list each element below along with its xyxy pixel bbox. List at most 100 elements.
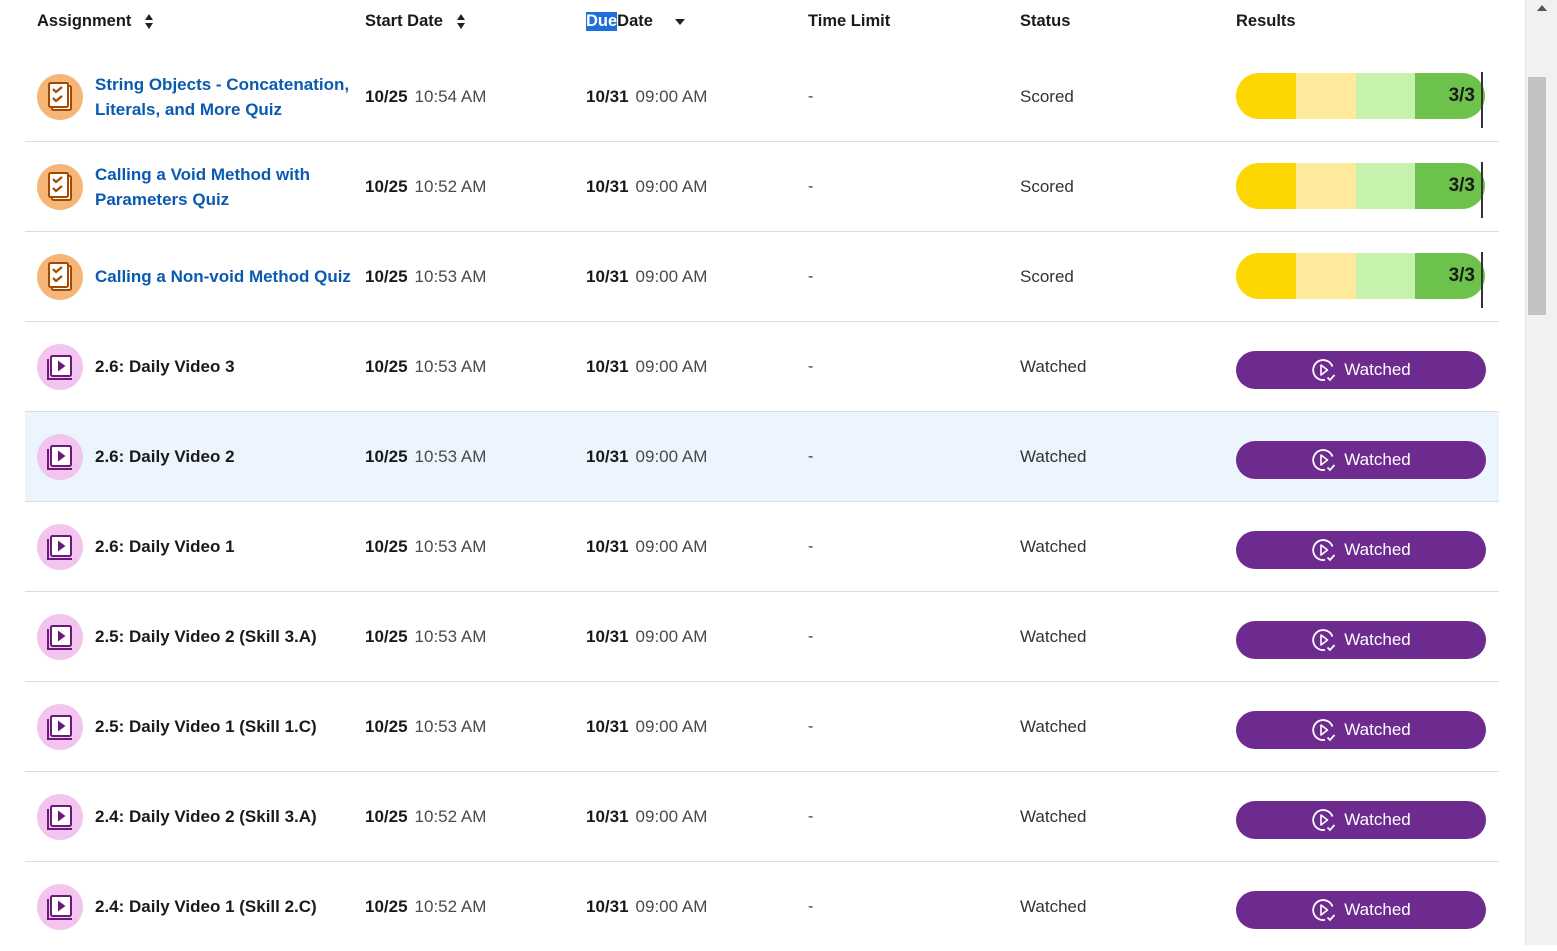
start-date-day: 10/25 xyxy=(365,356,408,376)
assignment-title: 2.6: Daily Video 1 xyxy=(95,537,235,556)
sort-icon[interactable] xyxy=(145,13,154,31)
due-date-day: 10/31 xyxy=(586,86,629,106)
watched-button[interactable]: Watched xyxy=(1236,891,1486,929)
start-date: 10/25 10:53 AM xyxy=(365,232,486,321)
play-check-icon xyxy=(1311,807,1344,833)
table-row[interactable]: 2.4: Daily Video 1 (Skill 2.C) 10/25 10:52… xyxy=(25,861,1499,951)
video-play-icon xyxy=(37,434,83,480)
table-row[interactable]: 2.6: Daily Video 2 10/25 10:53 AM 10/31 09:0… xyxy=(25,411,1499,501)
score-bar-segment xyxy=(1236,163,1296,209)
video-play-icon xyxy=(37,704,83,750)
score-bar[interactable]: 3/3 xyxy=(1236,253,1485,299)
due-date-day: 10/31 xyxy=(586,356,629,376)
column-start-date[interactable]: Start Date xyxy=(365,12,466,31)
scrollbar-thumb[interactable] xyxy=(1528,77,1546,315)
play-check-icon xyxy=(1311,717,1344,743)
watched-button-label: Watched xyxy=(1344,450,1411,469)
sort-icon[interactable] xyxy=(456,13,466,31)
start-date-day: 10/25 xyxy=(365,446,408,466)
due-date-day: 10/31 xyxy=(586,536,629,556)
quiz-checklist-icon xyxy=(37,164,83,210)
watched-button[interactable]: Watched xyxy=(1236,801,1486,839)
time-limit-value: - xyxy=(808,447,814,465)
start-date-time: 10:52 AM xyxy=(414,896,487,916)
status-text: Watched xyxy=(1020,716,1087,736)
column-due-date-selected-text: Due xyxy=(586,12,618,31)
table-body: String Objects - Concatenation, Literals… xyxy=(25,52,1499,951)
due-date: 10/31 09:00 AM xyxy=(586,502,707,591)
due-date: 10/31 09:00 AM xyxy=(586,322,707,411)
start-date-time: 10:53 AM xyxy=(414,716,487,736)
start-date-day: 10/25 xyxy=(365,896,408,916)
due-date-day: 10/31 xyxy=(586,716,629,736)
watched-button[interactable]: Watched xyxy=(1236,351,1486,389)
table-row[interactable]: Calling a Void Method with Parameters Qu… xyxy=(25,141,1499,231)
start-date: 10/25 10:52 AM xyxy=(365,772,486,861)
start-date: 10/25 10:53 AM xyxy=(365,682,486,771)
column-due-date[interactable]: Due Date xyxy=(586,12,685,31)
quiz-checklist-icon xyxy=(37,74,83,120)
table-row[interactable]: 2.6: Daily Video 1 10/25 10:53 AM 10/31 09:0… xyxy=(25,501,1499,591)
watched-button-label: Watched xyxy=(1344,720,1411,739)
score-bar-segment xyxy=(1295,253,1356,299)
due-date-day: 10/31 xyxy=(586,176,629,196)
start-date-time: 10:53 AM xyxy=(414,536,487,556)
watched-button[interactable]: Watched xyxy=(1236,531,1486,569)
due-date-time: 09:00 AM xyxy=(635,266,708,286)
watched-button[interactable]: Watched xyxy=(1236,711,1486,749)
assignment-title-link[interactable]: Calling a Void Method with Parameters Qu… xyxy=(95,142,355,231)
sort-descending-icon[interactable] xyxy=(674,18,685,25)
table-row[interactable]: 2.4: Daily Video 2 (Skill 3.A) 10/25 10:52… xyxy=(25,771,1499,861)
table-row[interactable]: 2.5: Daily Video 1 (Skill 1.C) 10/25 10:53… xyxy=(25,681,1499,771)
scroll-up-arrow-icon[interactable] xyxy=(1537,5,1547,11)
column-results-label: Results xyxy=(1236,12,1296,30)
status-text: Watched xyxy=(1020,446,1087,466)
table-row[interactable]: 2.5: Daily Video 2 (Skill 3.A) 10/25 10:53… xyxy=(25,591,1499,681)
start-date-time: 10:52 AM xyxy=(414,806,487,826)
due-date-time: 09:00 AM xyxy=(635,356,708,376)
play-check-icon xyxy=(1311,897,1344,923)
scrollbar[interactable] xyxy=(1525,0,1557,945)
score-bar[interactable]: 3/3 xyxy=(1236,163,1485,209)
status-text: Watched xyxy=(1020,626,1087,646)
start-date-day: 10/25 xyxy=(365,536,408,556)
table-row[interactable]: Calling a Non-void Method Quiz 10/25 10:53… xyxy=(25,231,1499,321)
start-date-day: 10/25 xyxy=(365,626,408,646)
score-marker xyxy=(1481,252,1483,308)
time-limit-value: - xyxy=(808,87,814,105)
due-date: 10/31 09:00 AM xyxy=(586,592,707,681)
assignment-title-link[interactable]: String Objects - Concatenation, Literals… xyxy=(95,52,355,141)
watched-button-label: Watched xyxy=(1344,810,1411,829)
quiz-checklist-icon xyxy=(37,254,83,300)
due-date-day: 10/31 xyxy=(586,266,629,286)
score-marker xyxy=(1481,162,1483,218)
watched-button-label: Watched xyxy=(1344,540,1411,559)
due-date-time: 09:00 AM xyxy=(635,626,708,646)
score-bar[interactable]: 3/3 xyxy=(1236,73,1485,119)
watched-button[interactable]: Watched xyxy=(1236,441,1486,479)
status-text: Watched xyxy=(1020,896,1087,916)
watched-button[interactable]: Watched xyxy=(1236,621,1486,659)
play-check-icon xyxy=(1311,447,1344,473)
time-limit-value: - xyxy=(808,627,814,645)
due-date: 10/31 09:00 AM xyxy=(586,682,707,771)
play-check-icon xyxy=(1311,537,1344,563)
column-start-date-label: Start Date xyxy=(365,12,443,30)
due-date: 10/31 09:00 AM xyxy=(586,232,707,321)
assignment-title-link[interactable]: Calling a Non-void Method Quiz xyxy=(95,232,355,321)
status-text: Scored xyxy=(1020,176,1074,196)
watched-button-label: Watched xyxy=(1344,630,1411,649)
score-bar-segment xyxy=(1236,73,1296,119)
start-date-time: 10:53 AM xyxy=(414,446,487,466)
column-assignment[interactable]: Assignment xyxy=(37,12,154,31)
due-date-time: 09:00 AM xyxy=(635,86,708,106)
assignments-table: Assignment Start Date Due Date Time Limit… xyxy=(25,0,1499,951)
table-row[interactable]: String Objects - Concatenation, Literals… xyxy=(25,52,1499,141)
table-header: Assignment Start Date Due Date Time Limit… xyxy=(25,0,1499,52)
assignment-title: 2.6: Daily Video 3 xyxy=(95,357,235,376)
due-date-time: 09:00 AM xyxy=(635,176,708,196)
due-date: 10/31 09:00 AM xyxy=(586,142,707,231)
time-limit-value: - xyxy=(808,537,814,555)
table-row[interactable]: 2.6: Daily Video 3 10/25 10:53 AM 10/31 09:0… xyxy=(25,321,1499,411)
time-limit-value: - xyxy=(808,357,814,375)
